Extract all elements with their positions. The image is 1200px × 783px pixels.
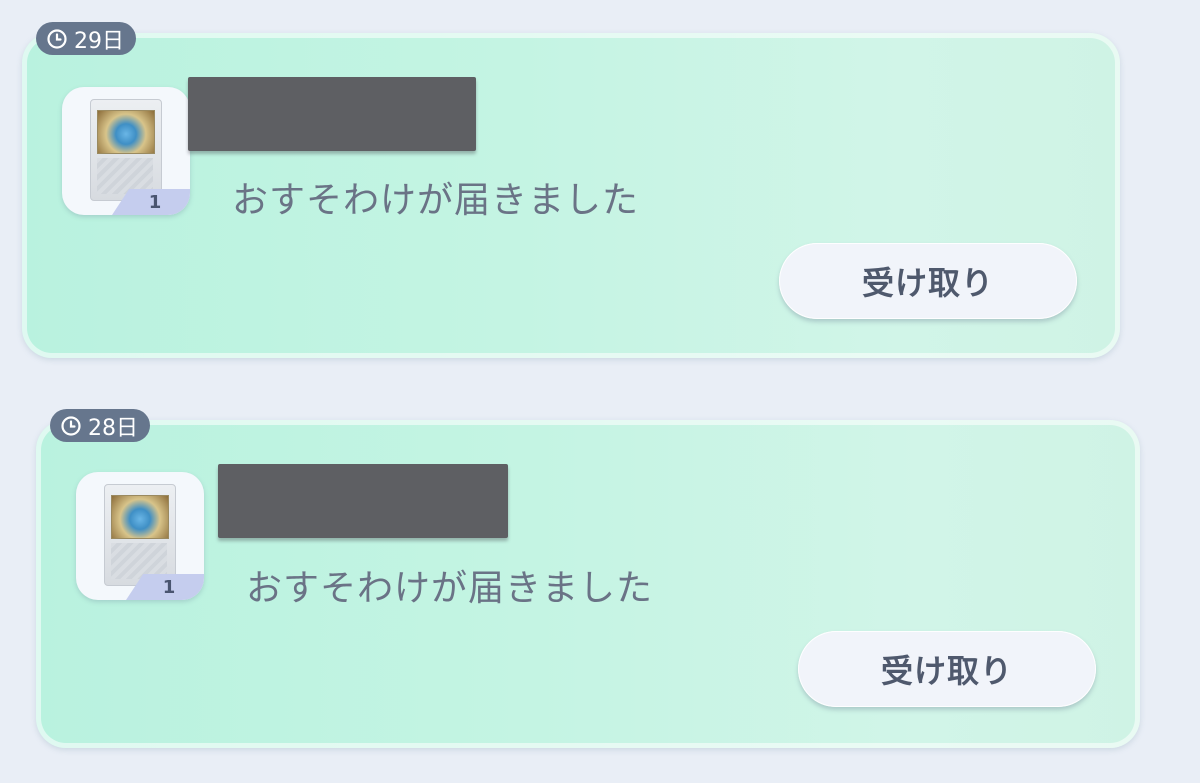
gift-notification-card: 1 おすそわけが届きました 受け取り — [36, 420, 1140, 748]
expiry-days: 29日 — [74, 28, 124, 54]
clock-icon — [46, 28, 68, 50]
card-thumbnail: 1 — [76, 472, 204, 600]
gift-message: おすそわけが届きました — [232, 180, 640, 221]
sender-name-redacted — [218, 464, 508, 538]
card-thumbnail: 1 — [62, 87, 190, 215]
gift-message: おすそわけが届きました — [246, 568, 654, 609]
expiry-badge: 29日 — [36, 22, 136, 55]
expiry-days: 28日 — [88, 415, 138, 441]
sender-name-redacted — [188, 77, 476, 151]
receive-button[interactable]: 受け取り — [798, 631, 1096, 707]
expiry-badge: 28日 — [50, 409, 150, 442]
receive-button[interactable]: 受け取り — [779, 243, 1077, 319]
pokemon-card-image — [104, 484, 176, 586]
clock-icon — [60, 415, 82, 437]
pokemon-card-image — [90, 99, 162, 201]
gift-notification-card: 1 おすそわけが届きました 受け取り — [22, 33, 1120, 358]
